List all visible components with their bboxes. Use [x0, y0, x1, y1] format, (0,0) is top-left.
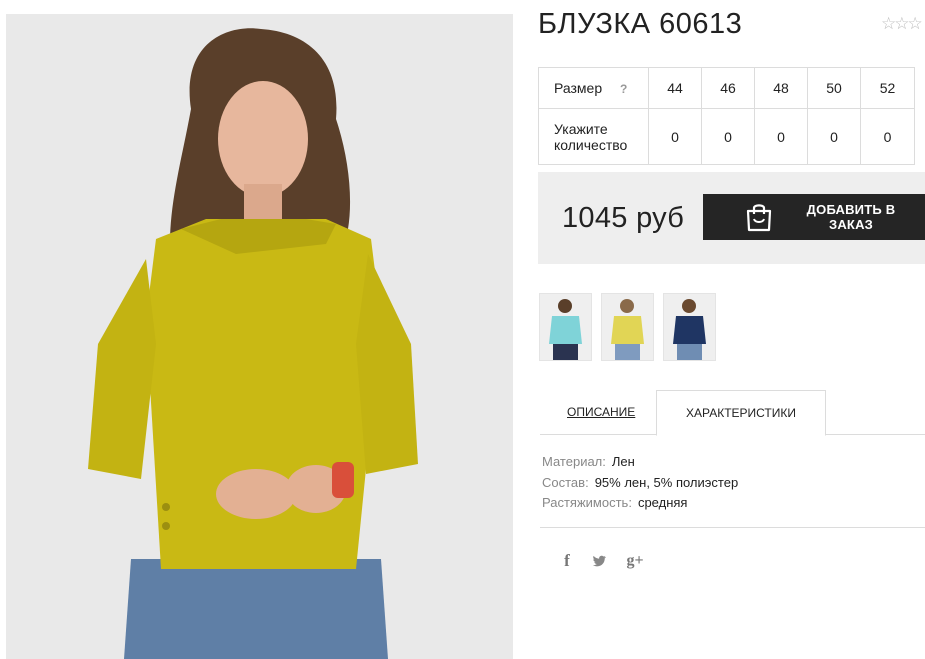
navy-blouse-thumbnail-image: [664, 294, 715, 360]
size-header-cell: Размер ?: [538, 67, 649, 109]
size-cell: 46: [701, 67, 755, 109]
thumbnail-mint[interactable]: [539, 293, 592, 361]
tab-characteristics[interactable]: ХАРАКТЕРИСТИКИ: [656, 390, 826, 436]
add-to-order-label: ДОБАВИТЬ В ЗАКАЗ: [806, 202, 896, 232]
quantity-label-line1: Укажите: [554, 120, 608, 137]
quantity-row: Укажите количество 0 0 0 0 0: [538, 108, 915, 165]
characteristic-key: Состав:: [542, 474, 589, 490]
characteristic-value: средняя: [637, 495, 688, 510]
product-tabs: ОПИСАНИЕ ХАРАКТЕРИСТИКИ: [540, 390, 925, 436]
thumbnail-yellow[interactable]: [601, 293, 654, 361]
product-page: БЛУЗКА 60613 ☆☆☆ Размер ? 44 46 48 50 52…: [0, 0, 925, 659]
add-to-order-button[interactable]: ДОБАВИТЬ В ЗАКАЗ: [703, 194, 925, 240]
size-label: Размер: [554, 80, 603, 96]
characteristic-row: Материал: Лен: [542, 452, 738, 473]
model-in-yellow-blouse-image: [6, 14, 513, 659]
price-panel: 1045 руб ДОБАВИТЬ В ЗАКАЗ: [538, 172, 925, 264]
quantity-input[interactable]: 0: [860, 108, 915, 165]
section-divider: [540, 527, 925, 528]
quantity-input[interactable]: 0: [807, 108, 861, 165]
quantity-input[interactable]: 0: [701, 108, 755, 165]
characteristic-value: Лен: [611, 454, 635, 469]
quantity-header-cell: Укажите количество: [538, 108, 649, 165]
size-row: Размер ? 44 46 48 50 52: [538, 67, 915, 109]
characteristic-row: Растяжимость: средняя: [542, 493, 738, 514]
characteristic-row: Состав: 95% лен, 5% полиэстер: [542, 473, 738, 494]
characteristic-key: Растяжимость:: [542, 495, 632, 510]
product-title: БЛУЗКА 60613: [538, 8, 743, 40]
characteristics-list: Материал: Лен Состав: 95% лен, 5% полиэсте…: [542, 452, 738, 514]
size-cell: 44: [648, 67, 702, 109]
size-help-icon[interactable]: ?: [620, 82, 627, 96]
characteristic-key: Материал:: [542, 454, 606, 469]
shopping-bag-icon: [746, 204, 772, 232]
quantity-input[interactable]: 0: [754, 108, 808, 165]
size-cell: 52: [860, 67, 915, 109]
size-cell: 50: [807, 67, 861, 109]
price-value: 1045 руб: [562, 202, 685, 234]
rating-stars-icon[interactable]: ☆☆☆: [881, 14, 925, 34]
characteristic-value: 95% лен, 5% полиэстер: [594, 474, 739, 490]
google-plus-icon[interactable]: g+: [624, 550, 646, 572]
facebook-icon[interactable]: f: [556, 550, 578, 572]
yellow-blouse-thumbnail-image: [602, 294, 653, 360]
twitter-icon[interactable]: [588, 550, 610, 572]
mint-blouse-thumbnail-image: [540, 294, 591, 360]
twitter-bird-glyph: [592, 555, 607, 567]
quantity-label-line2: количество: [554, 136, 628, 153]
quantity-input[interactable]: 0: [648, 108, 702, 165]
size-quantity-table: Размер ? 44 46 48 50 52 Укажите количест…: [538, 67, 915, 165]
product-photo[interactable]: [6, 14, 513, 659]
tab-description[interactable]: ОПИСАНИЕ: [567, 390, 635, 434]
size-cell: 48: [754, 67, 808, 109]
thumbnail-navy[interactable]: [663, 293, 716, 361]
